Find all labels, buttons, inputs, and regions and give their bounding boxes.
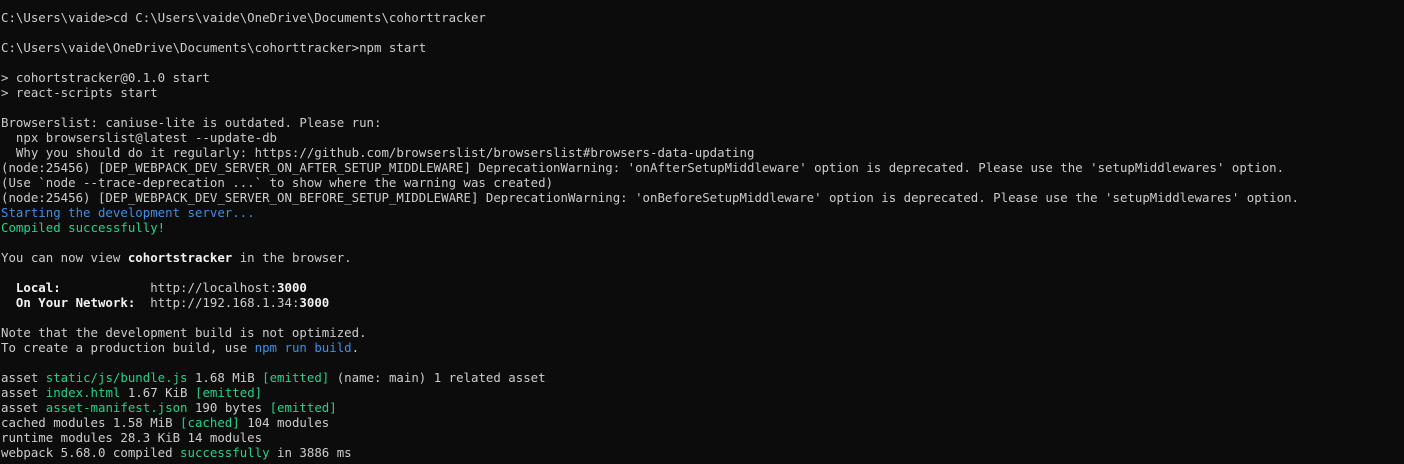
terminal-line: Why you should do it regularly: https://… bbox=[1, 145, 755, 160]
terminal-line: (Use `node --trace-deprecation ...` to s… bbox=[1, 175, 554, 190]
asset-name: index.html bbox=[45, 385, 121, 400]
asset-name: static/js/bundle.js bbox=[45, 370, 188, 385]
terminal-line: (node:25456) [DEP_WEBPACK_DEV_SERVER_ON_… bbox=[1, 160, 1285, 175]
text-segment: You can now view bbox=[1, 250, 128, 265]
terminal-line: npx browserslist@latest --update-db bbox=[1, 130, 278, 145]
terminal-line: C:\Users\vaide>cd C:\Users\vaide\OneDriv… bbox=[1, 10, 486, 25]
success-status: successfully bbox=[180, 445, 270, 460]
terminal-window[interactable]: C:\Users\vaide>cd C:\Users\vaide\OneDriv… bbox=[0, 0, 1404, 464]
asset-name: asset-manifest.json bbox=[45, 400, 188, 415]
text-segment: cached modules 1.58 MiB bbox=[1, 415, 181, 430]
terminal-line: cached modules 1.58 MiB [cached] 104 mod… bbox=[1, 415, 1404, 430]
terminal-line: Local: http://localhost:3000 bbox=[1, 280, 1404, 295]
terminal-line: To create a production build, use npm ru… bbox=[1, 340, 1404, 355]
text-segment: 1.68 MiB bbox=[187, 370, 263, 385]
terminal-line: On Your Network: http://192.168.1.34:300… bbox=[1, 295, 1404, 310]
terminal-line: C:\Users\vaide\OneDrive\Documents\cohort… bbox=[1, 40, 427, 55]
network-url[interactable]: http://192.168.1.34: bbox=[150, 295, 299, 310]
emitted-tag: [emitted] bbox=[262, 370, 330, 385]
text-segment: (name: main) 1 related asset bbox=[329, 370, 546, 385]
text-segment: asset bbox=[1, 370, 46, 385]
text-segment: asset bbox=[1, 400, 46, 415]
text-segment bbox=[61, 280, 151, 295]
text-segment: webpack 5.68.0 compiled bbox=[1, 445, 181, 460]
text-segment: in the browser. bbox=[232, 250, 352, 265]
local-port[interactable]: 3000 bbox=[277, 280, 307, 295]
terminal-line: Note that the development build is not o… bbox=[1, 325, 367, 340]
cursor-line bbox=[1, 460, 1404, 464]
text-segment: in 3886 ms bbox=[269, 445, 352, 460]
terminal-line: > react-scripts start bbox=[1, 85, 158, 100]
emitted-tag: [emitted] bbox=[269, 400, 337, 415]
text-segment: . bbox=[351, 340, 360, 355]
status-line-compiled: Compiled successfully! bbox=[1, 220, 166, 235]
build-command: npm run build bbox=[254, 340, 352, 355]
cached-tag: [cached] bbox=[180, 415, 240, 430]
text-segment: 190 bytes bbox=[187, 400, 270, 415]
terminal-line: runtime modules 28.3 KiB 14 modules bbox=[1, 430, 263, 445]
app-name: cohortstracker bbox=[127, 250, 233, 265]
network-label: On Your Network: bbox=[1, 295, 136, 310]
emitted-tag: [emitted] bbox=[194, 385, 263, 400]
local-label: Local: bbox=[1, 280, 61, 295]
terminal-line: (node:25456) [DEP_WEBPACK_DEV_SERVER_ON_… bbox=[1, 190, 1300, 205]
terminal-line: webpack 5.68.0 compiled successfully in … bbox=[1, 445, 1404, 460]
network-port[interactable]: 3000 bbox=[299, 295, 329, 310]
asset-line: asset index.html 1.67 KiB [emitted] bbox=[1, 385, 1404, 400]
asset-line: asset asset-manifest.json 190 bytes [emi… bbox=[1, 400, 1404, 415]
text-segment: 1.67 KiB bbox=[120, 385, 195, 400]
local-url[interactable]: http://localhost: bbox=[150, 280, 277, 295]
text-segment: To create a production build, use bbox=[1, 340, 255, 355]
text-segment bbox=[135, 295, 150, 310]
status-line-starting: Starting the development server... bbox=[1, 205, 255, 220]
terminal-line: You can now view cohortstracker in the b… bbox=[1, 250, 1404, 265]
text-segment: 104 modules bbox=[239, 415, 330, 430]
terminal-line: > cohortstracker@0.1.0 start bbox=[1, 70, 210, 85]
terminal-line: Browserslist: caniuse-lite is outdated. … bbox=[1, 115, 382, 130]
asset-line: asset static/js/bundle.js 1.68 MiB [emit… bbox=[1, 370, 1404, 385]
text-segment: asset bbox=[1, 385, 46, 400]
